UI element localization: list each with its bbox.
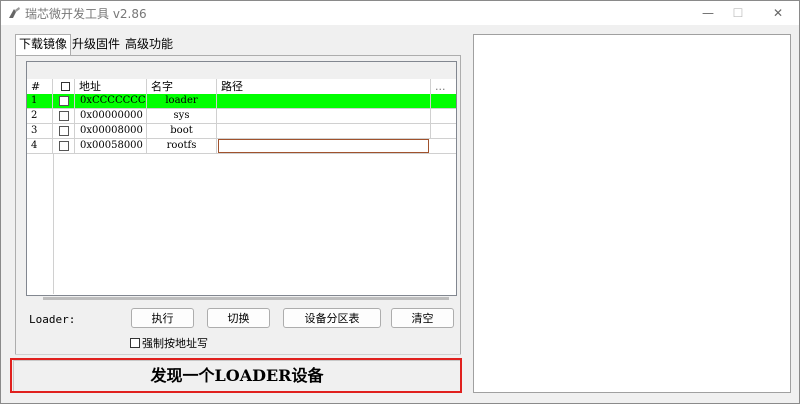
row-address[interactable]: 0x00008000 — [75, 124, 147, 138]
status-highlight-box — [10, 358, 462, 393]
row-path-editor[interactable] — [218, 139, 429, 153]
close-button[interactable]: ✕ — [763, 3, 793, 23]
header-num: # — [27, 79, 53, 94]
row-checkbox-cell[interactable] — [53, 94, 75, 108]
force-address-label: 强制按地址写 — [142, 337, 208, 350]
clear-button[interactable]: 清空 — [391, 308, 454, 328]
row-address[interactable]: 0x00000000 — [75, 109, 147, 123]
title-bar: 瑞芯微开发工具 v2.86 — ☐ ✕ — [1, 1, 799, 25]
force-address-write-option[interactable]: 强制按地址写 — [130, 335, 208, 351]
minimize-button[interactable]: — — [693, 3, 723, 23]
table-row[interactable]: 4 0x00058000 rootfs — [27, 139, 456, 154]
header-select-all[interactable] — [53, 79, 75, 94]
row-browse[interactable] — [431, 124, 456, 138]
row-browse[interactable] — [431, 94, 456, 108]
log-panel[interactable] — [473, 34, 791, 393]
row-name[interactable]: sys — [147, 109, 217, 123]
table-row[interactable]: 3 0x00008000 boot — [27, 124, 456, 139]
row-checkbox[interactable] — [59, 111, 69, 121]
row-browse[interactable] — [431, 139, 456, 153]
row-path[interactable] — [217, 109, 431, 123]
partition-table-button[interactable]: 设备分区表 — [283, 308, 381, 328]
app-window: 瑞芯微开发工具 v2.86 — ☐ ✕ 下载镜像 升级固件 高级功能 # 地址 … — [0, 0, 800, 404]
row-checkbox[interactable] — [59, 126, 69, 136]
row-checkbox-cell[interactable] — [53, 109, 75, 123]
maximize-button[interactable]: ☐ — [723, 3, 753, 23]
row-address[interactable]: 0xCCCCCCCC — [75, 94, 147, 108]
select-all-checkbox[interactable] — [61, 82, 70, 91]
tab-download-image[interactable]: 下载镜像 — [15, 34, 72, 55]
row-browse[interactable] — [431, 109, 456, 123]
force-address-checkbox[interactable] — [130, 338, 140, 348]
window-title: 瑞芯微开发工具 v2.86 — [25, 7, 147, 21]
header-address[interactable]: 地址 — [75, 79, 147, 94]
run-button[interactable]: 执行 — [131, 308, 194, 328]
row-address[interactable]: 0x00058000 — [75, 139, 147, 153]
header-name[interactable]: 名字 — [147, 79, 217, 94]
row-path[interactable] — [217, 94, 431, 108]
row-name[interactable]: boot — [147, 124, 217, 138]
tab-advanced[interactable]: 高级功能 — [122, 35, 176, 53]
switch-button[interactable]: 切换 — [207, 308, 270, 328]
row-num: 1 — [27, 94, 53, 108]
image-table[interactable]: # 地址 名字 路径 ... 1 0xCCCCCCCC loader 2 0x0… — [26, 61, 457, 296]
horizontal-scrollbar[interactable] — [43, 297, 449, 300]
table-toolbar — [27, 62, 456, 80]
row-name[interactable]: rootfs — [147, 139, 217, 153]
row-checkbox[interactable] — [59, 96, 69, 106]
row-num: 2 — [27, 109, 53, 123]
row-name[interactable]: loader — [147, 94, 217, 108]
table-row[interactable]: 1 0xCCCCCCCC loader — [27, 94, 456, 109]
header-path[interactable]: 路径 — [217, 79, 431, 94]
table-row[interactable]: 2 0x00000000 sys — [27, 109, 456, 124]
row-checkbox-cell[interactable] — [53, 139, 75, 153]
table-header: # 地址 名字 路径 ... — [27, 79, 456, 95]
tab-upgrade-firmware[interactable]: 升级固件 — [69, 35, 123, 53]
divider — [15, 354, 461, 355]
row-num: 4 — [27, 139, 53, 153]
header-more[interactable]: ... — [431, 79, 456, 94]
row-checkbox-cell[interactable] — [53, 124, 75, 138]
row-path[interactable] — [217, 124, 431, 138]
row-number-column — [27, 154, 54, 294]
app-logo-icon — [9, 7, 20, 18]
row-checkbox[interactable] — [59, 141, 69, 151]
row-num: 3 — [27, 124, 53, 138]
loader-label: Loader: — [29, 313, 76, 326]
